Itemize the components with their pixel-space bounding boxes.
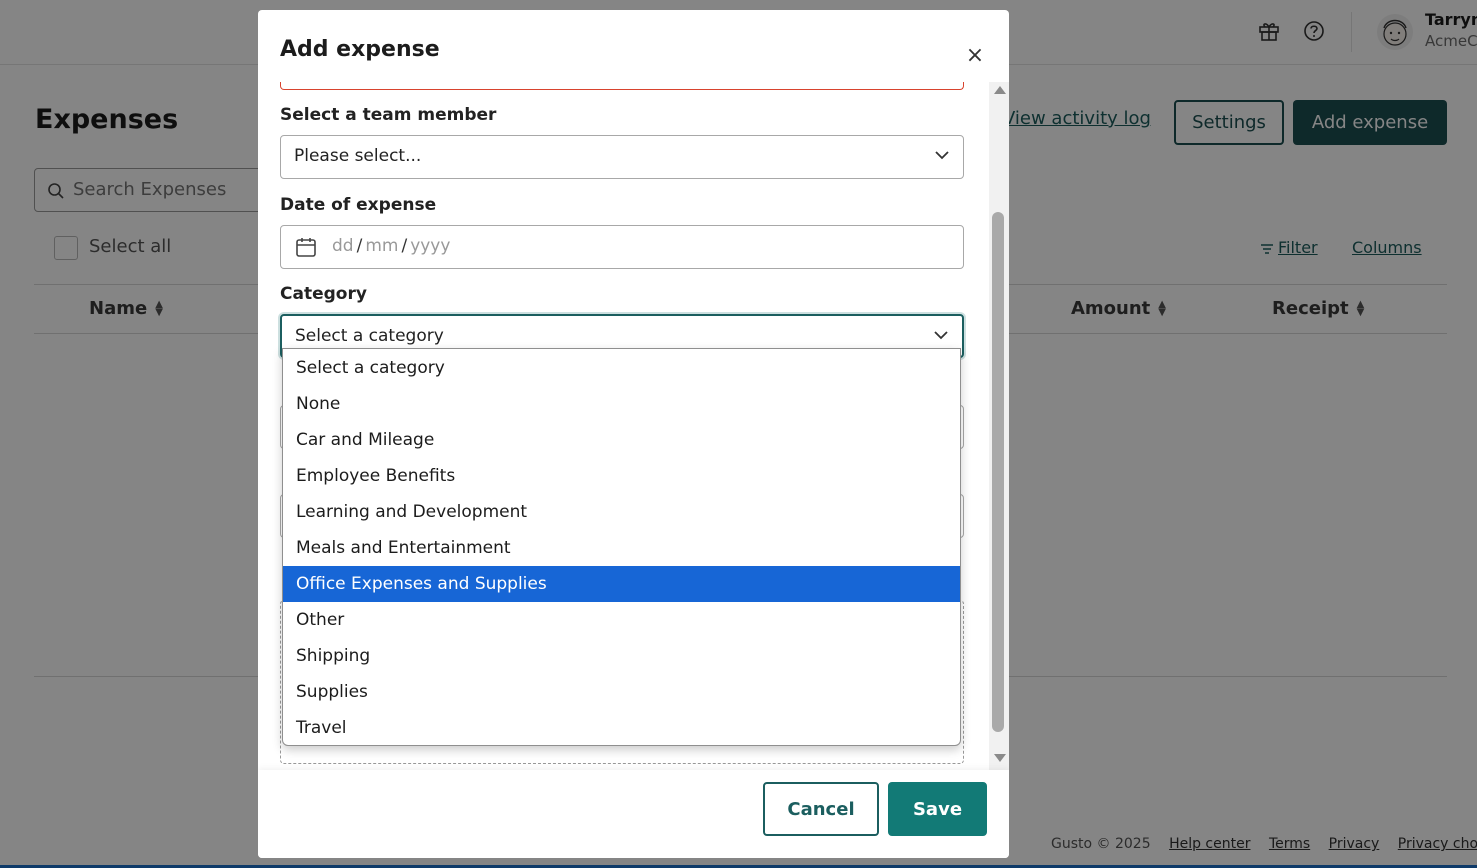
team-member-select[interactable]: Please select... [280, 135, 964, 179]
close-icon[interactable]: × [962, 43, 988, 69]
day-placeholder[interactable]: dd [332, 236, 354, 256]
error-field-edge [280, 82, 964, 90]
modal-title: Add expense [280, 37, 440, 62]
date-label: Date of expense [280, 195, 437, 215]
save-button[interactable]: Save [888, 782, 987, 836]
category-option[interactable]: Travel [283, 710, 960, 746]
chevron-down-icon [934, 331, 948, 340]
category-option[interactable]: Select a category [283, 350, 960, 386]
month-placeholder[interactable]: mm [365, 236, 398, 256]
scroll-down-arrow-icon[interactable] [994, 754, 1006, 762]
category-option[interactable]: Other [283, 602, 960, 638]
year-placeholder[interactable]: yyyy [410, 236, 450, 256]
team-member-label: Select a team member [280, 105, 497, 125]
team-member-value: Please select... [294, 146, 422, 166]
cancel-button[interactable]: Cancel [763, 782, 879, 836]
category-option[interactable]: Supplies [283, 674, 960, 710]
modal-footer: Cancel Save [258, 770, 1009, 858]
category-option[interactable]: Meals and Entertainment [283, 530, 960, 566]
category-option[interactable]: Learning and Development [283, 494, 960, 530]
category-label: Category [280, 284, 367, 304]
date-parts[interactable]: dd / mm / yyyy [332, 236, 450, 256]
modal-scrollbar[interactable] [989, 82, 1009, 770]
category-value: Select a category [295, 326, 444, 346]
category-dropdown-list[interactable]: Select a category None Car and Mileage E… [282, 348, 961, 746]
scroll-thumb[interactable] [992, 212, 1004, 732]
date-field[interactable]: dd / mm / yyyy [280, 225, 964, 269]
category-option-highlighted[interactable]: Office Expenses and Supplies [283, 566, 960, 602]
scroll-up-arrow-icon[interactable] [994, 86, 1006, 94]
category-option[interactable]: Shipping [283, 638, 960, 674]
calendar-icon [296, 238, 316, 257]
category-option[interactable]: Employee Benefits [283, 458, 960, 494]
category-option[interactable]: None [283, 386, 960, 422]
chevron-down-icon [935, 151, 949, 160]
category-option[interactable]: Car and Mileage [283, 422, 960, 458]
